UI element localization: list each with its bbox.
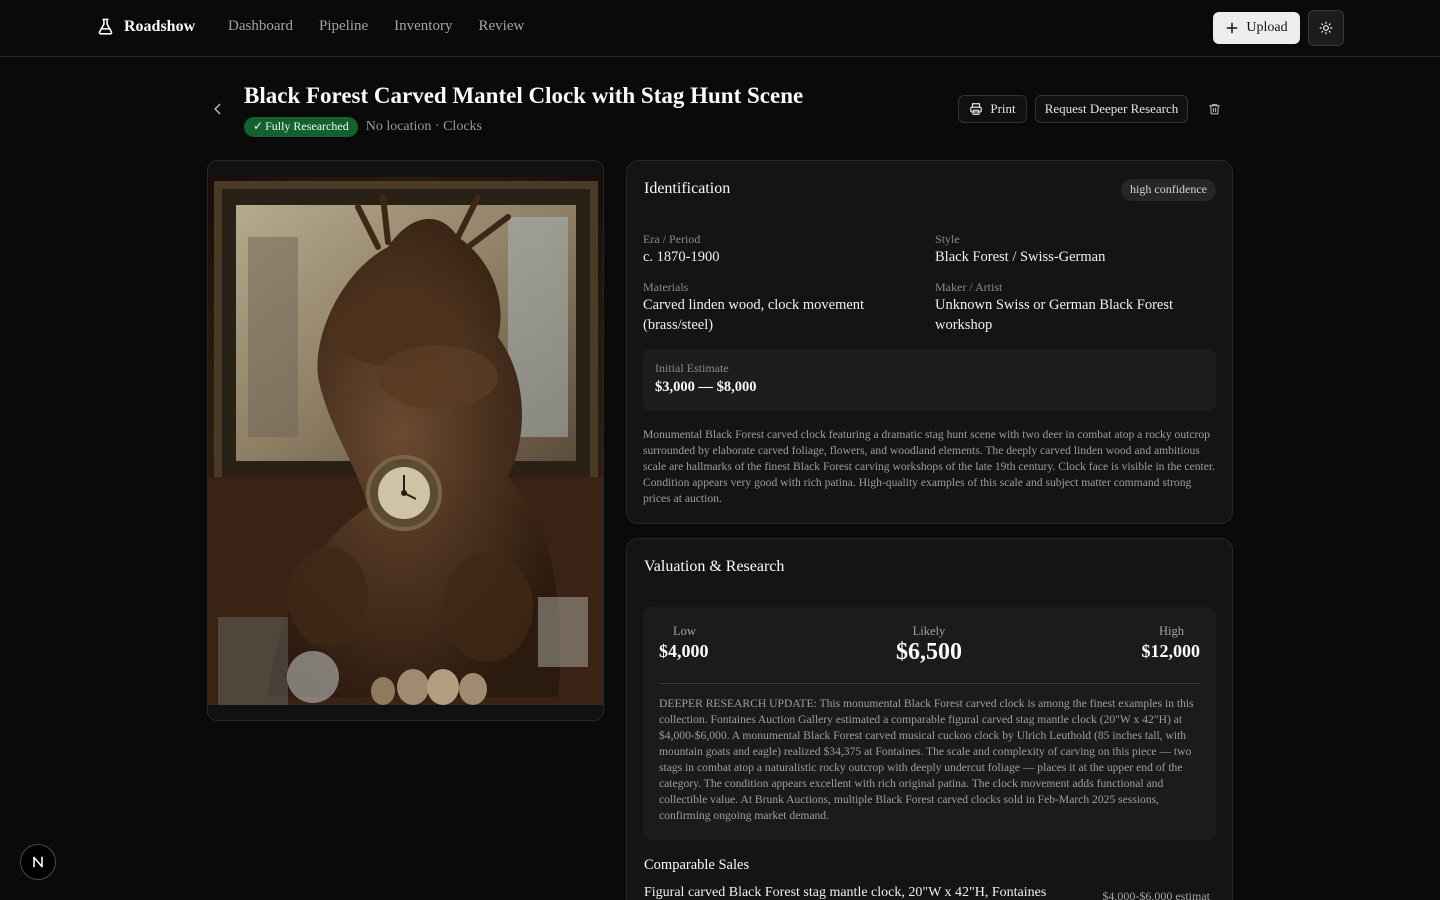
likely-estimate: Likely $6,500	[879, 623, 979, 666]
identification-card: Identification high confidence Era / Per…	[626, 160, 1233, 524]
page-title: Black Forest Carved Mantel Clock with St…	[244, 83, 804, 108]
initial-estimate-label: Initial Estimate	[655, 361, 729, 375]
low-value: $4,000	[659, 641, 709, 661]
n-logo-icon	[33, 856, 43, 868]
nav-inventory[interactable]: Inventory	[394, 18, 452, 35]
research-summary: DEEPER RESEARCH UPDATE: This monumental …	[659, 697, 1194, 822]
chevron-left-icon	[214, 103, 221, 115]
maker-field: Maker / Artist Unknown Swiss or German B…	[935, 279, 1185, 335]
item-description: Monumental Black Forest carved clock fea…	[643, 428, 1215, 505]
comparable-sale-price: $4,000-$6,000 estimat	[1102, 889, 1210, 900]
request-research-label: Request Deeper Research	[1044, 101, 1179, 116]
high-value: $12,000	[1141, 641, 1201, 661]
valuation-range-box: Low $4,000 Likely $6,500 High $12,000 DE…	[643, 607, 1216, 840]
style-label: Style	[935, 232, 960, 246]
low-label: Low	[673, 624, 696, 638]
top-navigation-bar: Roadshow Dashboard Pipeline Inventory Re…	[0, 0, 1440, 57]
valuation-title: Valuation & Research	[644, 558, 785, 575]
print-label: Print	[990, 101, 1016, 116]
low-estimate: Low $4,000	[659, 623, 709, 662]
item-photo[interactable]	[208, 177, 604, 705]
upload-label: Upload	[1246, 20, 1288, 35]
main-nav: Dashboard Pipeline Inventory Review	[228, 18, 524, 35]
item-photo-card	[207, 160, 604, 721]
divider	[659, 683, 1200, 684]
maker-label: Maker / Artist	[935, 280, 1003, 294]
brand[interactable]: Roadshow	[96, 17, 195, 36]
back-button[interactable]	[208, 98, 228, 120]
nextjs-dev-badge[interactable]	[20, 844, 56, 880]
comparable-sale-description: Figural carved Black Forest stag mantle …	[644, 885, 1047, 900]
style-field: Style Black Forest / Swiss-German	[935, 231, 1200, 267]
comparable-sale-row[interactable]: Figural carved Black Forest stag mantle …	[644, 885, 1216, 900]
valuation-card: Valuation & Research Low $4,000 Likely $…	[626, 538, 1233, 900]
brand-name: Roadshow	[124, 17, 196, 35]
era-value: c. 1870-1900	[643, 249, 720, 265]
identification-title: Identification	[644, 180, 731, 197]
era-field: Era / Period c. 1870-1900	[643, 231, 908, 267]
printer-icon	[970, 103, 983, 115]
nav-dashboard[interactable]: Dashboard	[228, 18, 293, 35]
status-badge-label: Fully Researched	[265, 119, 349, 133]
item-meta: ✓ Fully Researched No location · Clocks	[244, 117, 482, 137]
status-badge: ✓ Fully Researched	[244, 117, 358, 137]
materials-field: Materials Carved linden wood, clock move…	[643, 279, 883, 335]
likely-value: $6,500	[896, 639, 962, 665]
flask-icon	[98, 18, 113, 35]
plus-icon	[1226, 22, 1238, 34]
era-label: Era / Period	[643, 232, 701, 246]
nav-pipeline[interactable]: Pipeline	[319, 18, 368, 35]
nav-review[interactable]: Review	[478, 18, 524, 35]
print-button[interactable]: Print	[958, 95, 1027, 123]
upload-button[interactable]: Upload	[1213, 12, 1300, 44]
high-estimate: High $12,000	[1142, 623, 1201, 662]
materials-value: Carved linden wood, clock movement (bras…	[643, 297, 865, 333]
theme-toggle-button[interactable]	[1308, 10, 1344, 46]
style-value: Black Forest / Swiss-German	[935, 249, 1106, 265]
request-research-button[interactable]: Request Deeper Research	[1035, 95, 1188, 123]
maker-value: Unknown Swiss or German Black Forest wor…	[935, 297, 1174, 333]
delete-button[interactable]	[1203, 99, 1225, 119]
check-icon: ✓	[253, 119, 264, 133]
high-label: High	[1159, 624, 1184, 638]
initial-estimate-box: Initial Estimate $3,000 — $8,000	[643, 349, 1216, 411]
initial-estimate-value: $3,000 — $8,000	[655, 379, 757, 395]
sun-icon	[1319, 21, 1333, 35]
comparable-sales-title: Comparable Sales	[644, 857, 750, 873]
trash-icon	[1208, 104, 1220, 115]
materials-label: Materials	[643, 280, 689, 294]
confidence-badge: high confidence	[1121, 179, 1216, 201]
location-category: No location · Clocks	[365, 119, 482, 134]
likely-label: Likely	[912, 624, 946, 638]
